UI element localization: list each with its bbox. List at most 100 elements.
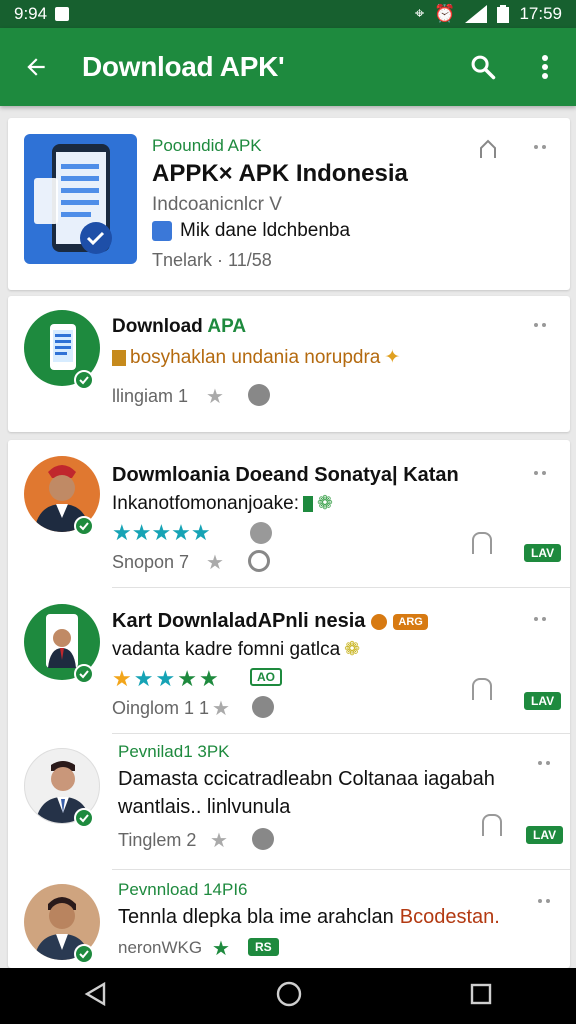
sparkle-icon: ❁ xyxy=(344,639,361,660)
page-title: Download APK' xyxy=(82,51,285,82)
more-icon[interactable] xyxy=(538,758,556,768)
item-title-accent: Bcodestan. xyxy=(399,906,500,928)
app-kicker: Pooundid APK xyxy=(152,136,262,155)
item-description: Inkanotfomonanjoake: ❁ xyxy=(112,492,333,515)
pin-icon xyxy=(248,384,270,406)
search-button[interactable] xyxy=(452,28,514,106)
list-item[interactable]: Pevnilad1 3PK Damasta ccicatradleabn Col… xyxy=(8,734,570,870)
overflow-menu-button[interactable] xyxy=(514,28,576,106)
verified-badge-icon xyxy=(74,664,94,684)
more-icon[interactable] xyxy=(534,468,552,478)
star-icon: ★ xyxy=(212,938,230,960)
item-description-text: Inkanotfomonanjoake: xyxy=(112,492,299,514)
tag-badge: ARG xyxy=(393,613,428,630)
item-title: Tennla dlepka bla ime arahclan xyxy=(118,906,394,928)
vibrate-icon: ⌖ xyxy=(414,4,425,23)
item-meta: Snopon 7 xyxy=(112,552,190,572)
download-apa-card[interactable]: Download APA bosyhaklan undania norupdra… xyxy=(8,296,570,432)
share-icon[interactable] xyxy=(478,138,498,165)
item-description-text: wantlais.. linlvunula xyxy=(118,796,291,818)
back-button[interactable] xyxy=(0,28,72,106)
more-icon[interactable] xyxy=(534,320,552,330)
star-icon: ★ xyxy=(210,830,228,852)
checkbox-icon xyxy=(152,221,172,241)
alarm-icon: ⏰ xyxy=(434,4,456,23)
card-title-accent: APA xyxy=(207,316,247,337)
star-icon: ★ xyxy=(206,552,224,574)
chevron-down-icon[interactable] xyxy=(250,522,272,544)
item-description-text: vadanta kadre fomni gatlca xyxy=(112,638,341,660)
item-meta: Tinglem 2 xyxy=(118,830,197,850)
arrow-left-icon xyxy=(27,58,45,76)
more-vert-icon xyxy=(542,55,548,79)
list-item[interactable]: Kart DownlaladAPnli nesia ARG vadanta ka… xyxy=(8,588,570,734)
rating-stars: ★★★★★ xyxy=(112,666,219,691)
status-time-right: 17:59 xyxy=(519,4,562,23)
signal-icon xyxy=(465,5,488,23)
sparkle-icon: ❁ xyxy=(316,493,333,514)
item-kicker: Pevnnload 14PI6 xyxy=(118,880,248,899)
status-bar: 9:94 ⌖ ⏰ 17:59 xyxy=(0,0,576,28)
item-meta: neronWKG xyxy=(118,938,203,957)
info-icon xyxy=(371,613,388,630)
battery-icon xyxy=(497,5,510,23)
status-time-left: 9:94 xyxy=(14,4,48,23)
rating-badge: RS xyxy=(248,938,279,956)
bookmark-icon[interactable] xyxy=(482,814,502,836)
item-description: wantlais.. linlvunula xyxy=(118,796,290,819)
install-badge[interactable]: LAV xyxy=(526,826,564,844)
list-item[interactable]: Dowmloania Doeand Sonatya| Katan Inkanot… xyxy=(8,440,570,588)
star-icon: ★ xyxy=(212,698,230,720)
pin-icon xyxy=(252,828,274,850)
featured-app-card[interactable]: Pooundid APK APPK× APK Indonesia Indcoan… xyxy=(8,118,570,290)
card-description-text: bosyhaklan undania norupdra xyxy=(130,346,381,368)
card-title: Download APA xyxy=(112,316,246,338)
bookmark-icon[interactable] xyxy=(472,678,492,700)
notification-icon xyxy=(55,7,70,21)
item-title: Kart DownlaladAPnli nesia xyxy=(112,610,366,632)
nav-back-button[interactable] xyxy=(84,981,108,1011)
verified-badge-icon xyxy=(74,516,94,536)
search-icon xyxy=(471,55,496,80)
app-feature: Mik dane ldchbenba xyxy=(152,220,350,242)
triangle-back-icon xyxy=(84,981,106,1006)
app-icon xyxy=(24,134,137,264)
more-icon[interactable] xyxy=(534,614,552,624)
app-meta: Tnelark · 11/58 xyxy=(152,250,272,270)
nav-recents-button[interactable] xyxy=(470,983,492,1010)
item-title: Damasta ccicatradleabn Coltanaa iagabah xyxy=(118,768,495,790)
bookmark-icon[interactable] xyxy=(472,532,492,554)
list-item[interactable]: Pevnnload 14PI6 Tennla dlepka bla ime ar… xyxy=(8,870,570,968)
star-icon: ★ xyxy=(206,386,224,408)
nav-home-button[interactable] xyxy=(276,981,302,1012)
app-feature-text: Mik dane ldchbenba xyxy=(180,220,351,241)
results-list: Dowmloania Doeand Sonatya| Katan Inkanot… xyxy=(8,440,570,968)
card-description: bosyhaklan undania norupdra ✦ xyxy=(112,346,400,369)
item-title-row: Tennla dlepka bla ime arahclan Bcodestan… xyxy=(118,906,500,929)
item-title-row: Kart DownlaladAPnli nesia ARG xyxy=(112,610,428,633)
card-meta: llingiam 1 xyxy=(112,386,189,406)
more-icon[interactable] xyxy=(538,896,556,906)
verified-badge-icon xyxy=(74,370,94,390)
circle-home-icon xyxy=(276,981,302,1006)
app-bar: Download APK' xyxy=(0,28,576,106)
item-kicker: Pevnilad1 3PK xyxy=(118,742,230,761)
refresh-icon xyxy=(248,550,270,572)
install-badge[interactable]: LAV xyxy=(524,692,562,710)
verified-badge-icon xyxy=(74,808,94,828)
verified-badge-icon xyxy=(74,944,94,964)
card-title-prefix: Download xyxy=(112,316,208,337)
rating-badge: AO xyxy=(250,668,282,686)
pin-icon xyxy=(252,696,274,718)
install-badge[interactable]: LAV xyxy=(524,544,562,562)
bars-icon xyxy=(302,495,313,512)
item-description: vadanta kadre fomni gatlca ❁ xyxy=(112,638,360,661)
app-title: APPK× APK Indonesia xyxy=(152,160,408,187)
app-subtitle: Indcoanicnlcr V xyxy=(152,194,282,215)
rating-stars: ★★★★★ xyxy=(112,520,211,545)
system-nav-bar xyxy=(0,968,576,1024)
item-title: Dowmloania Doeand Sonatya| Katan xyxy=(112,464,459,486)
item-meta: Oinglom 1 1 xyxy=(112,698,210,718)
more-icon[interactable] xyxy=(534,142,552,152)
bars-icon xyxy=(112,349,126,366)
